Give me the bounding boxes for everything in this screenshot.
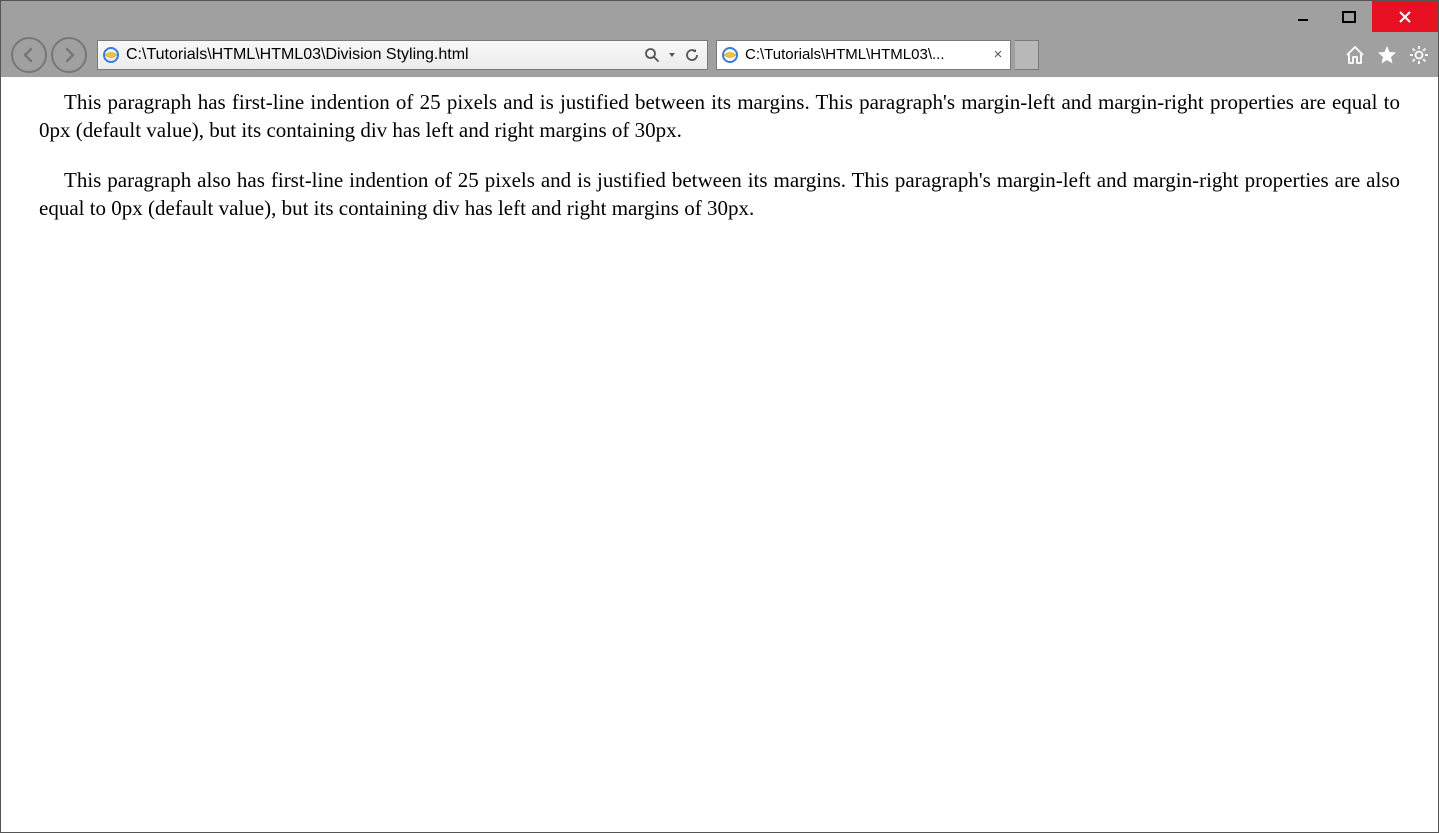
- gear-icon: [1408, 44, 1430, 66]
- home-button[interactable]: [1342, 42, 1368, 68]
- arrow-left-icon: [20, 46, 38, 64]
- address-bar[interactable]: [97, 40, 708, 70]
- search-icon: [644, 47, 660, 63]
- refresh-icon: [684, 47, 700, 63]
- window-maximize-button[interactable]: [1326, 1, 1372, 32]
- arrow-right-icon: [60, 46, 78, 64]
- address-input[interactable]: [126, 46, 637, 64]
- star-icon: [1376, 44, 1398, 66]
- ie-favicon: [102, 46, 120, 64]
- content-div: This paragraph has first-line indention …: [39, 77, 1400, 223]
- paragraph-1: This paragraph has first-line indention …: [39, 89, 1400, 145]
- chevron-down-icon: [668, 51, 676, 59]
- tab-title: C:\Tutorials\HTML\HTML03\...: [745, 46, 984, 63]
- browser-chrome: C:\Tutorials\HTML\HTML03\... ×: [1, 32, 1438, 77]
- close-icon: ×: [994, 47, 1003, 62]
- tab-close-button[interactable]: ×: [990, 47, 1006, 63]
- minimize-icon: [1297, 11, 1309, 23]
- new-tab-button[interactable]: [1015, 40, 1039, 70]
- back-button[interactable]: [11, 37, 47, 73]
- window-minimize-button[interactable]: [1280, 1, 1326, 32]
- page-viewport: This paragraph has first-line indention …: [9, 77, 1430, 824]
- search-button[interactable]: [643, 46, 661, 64]
- refresh-button[interactable]: [683, 46, 701, 64]
- tools-button[interactable]: [1406, 42, 1432, 68]
- home-icon: [1344, 44, 1366, 66]
- ie-favicon: [721, 46, 739, 64]
- forward-button[interactable]: [51, 37, 87, 73]
- maximize-icon: [1342, 11, 1356, 23]
- window-titlebar: [1, 1, 1438, 32]
- window-close-button[interactable]: [1372, 1, 1438, 32]
- address-dropdown[interactable]: [667, 46, 677, 64]
- close-icon: [1398, 10, 1412, 24]
- browser-tab[interactable]: C:\Tutorials\HTML\HTML03\... ×: [716, 40, 1011, 70]
- favorites-button[interactable]: [1374, 42, 1400, 68]
- paragraph-2: This paragraph also has first-line inden…: [39, 167, 1400, 223]
